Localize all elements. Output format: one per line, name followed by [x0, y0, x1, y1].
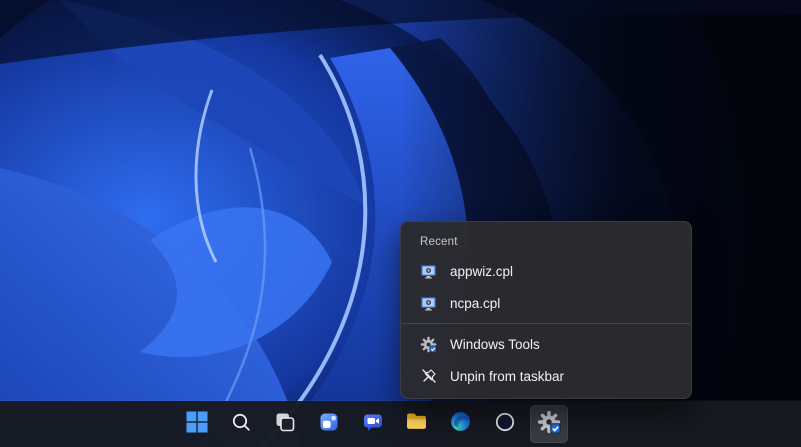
chat-icon: [362, 411, 384, 438]
browser-app-button[interactable]: [486, 405, 524, 443]
widgets-button[interactable]: [310, 405, 348, 443]
taskbar-icon-group: [178, 405, 568, 443]
jumplist-item-label: ncpa.cpl: [450, 295, 501, 311]
edge-icon: [449, 410, 472, 438]
task-view-button[interactable]: [266, 405, 304, 443]
widgets-icon: [318, 411, 340, 438]
unpin-icon: [420, 368, 437, 385]
circle-app-icon: [494, 411, 516, 438]
control-panel-applet-icon: [420, 295, 437, 312]
search-icon: [230, 411, 252, 438]
jumplist-item-appwiz[interactable]: appwiz.cpl: [401, 255, 691, 287]
jumplist-section-label: Recent: [420, 236, 458, 248]
jumplist-item-unpin[interactable]: Unpin from taskbar: [401, 360, 691, 392]
folder-icon: [405, 410, 428, 438]
file-explorer-button[interactable]: [398, 405, 436, 443]
taskbar: [0, 401, 801, 447]
windows-logo-icon: [185, 410, 208, 438]
jumplist-item-label: Windows Tools: [450, 336, 540, 352]
jumplist-menu: Recent appwiz.cpl ncpa.cpl Windows Tools…: [400, 221, 692, 399]
desktop: Recent appwiz.cpl ncpa.cpl Windows Tools…: [0, 0, 801, 447]
start-button[interactable]: [178, 405, 216, 443]
jumplist-item-label: appwiz.cpl: [450, 263, 514, 279]
task-view-icon: [274, 411, 296, 438]
jumplist-separator: [402, 323, 690, 324]
jumplist-item-label: Unpin from taskbar: [450, 368, 565, 384]
gear-check-icon: [537, 410, 561, 439]
gear-icon: [420, 336, 437, 353]
chat-button[interactable]: [354, 405, 392, 443]
search-button[interactable]: [222, 405, 260, 443]
jumplist-item-windows-tools[interactable]: Windows Tools: [401, 328, 691, 360]
control-panel-applet-icon: [420, 263, 437, 280]
jumplist-item-ncpa[interactable]: ncpa.cpl: [401, 287, 691, 319]
edge-button[interactable]: [442, 405, 480, 443]
windows-tools-button[interactable]: [529, 405, 568, 443]
